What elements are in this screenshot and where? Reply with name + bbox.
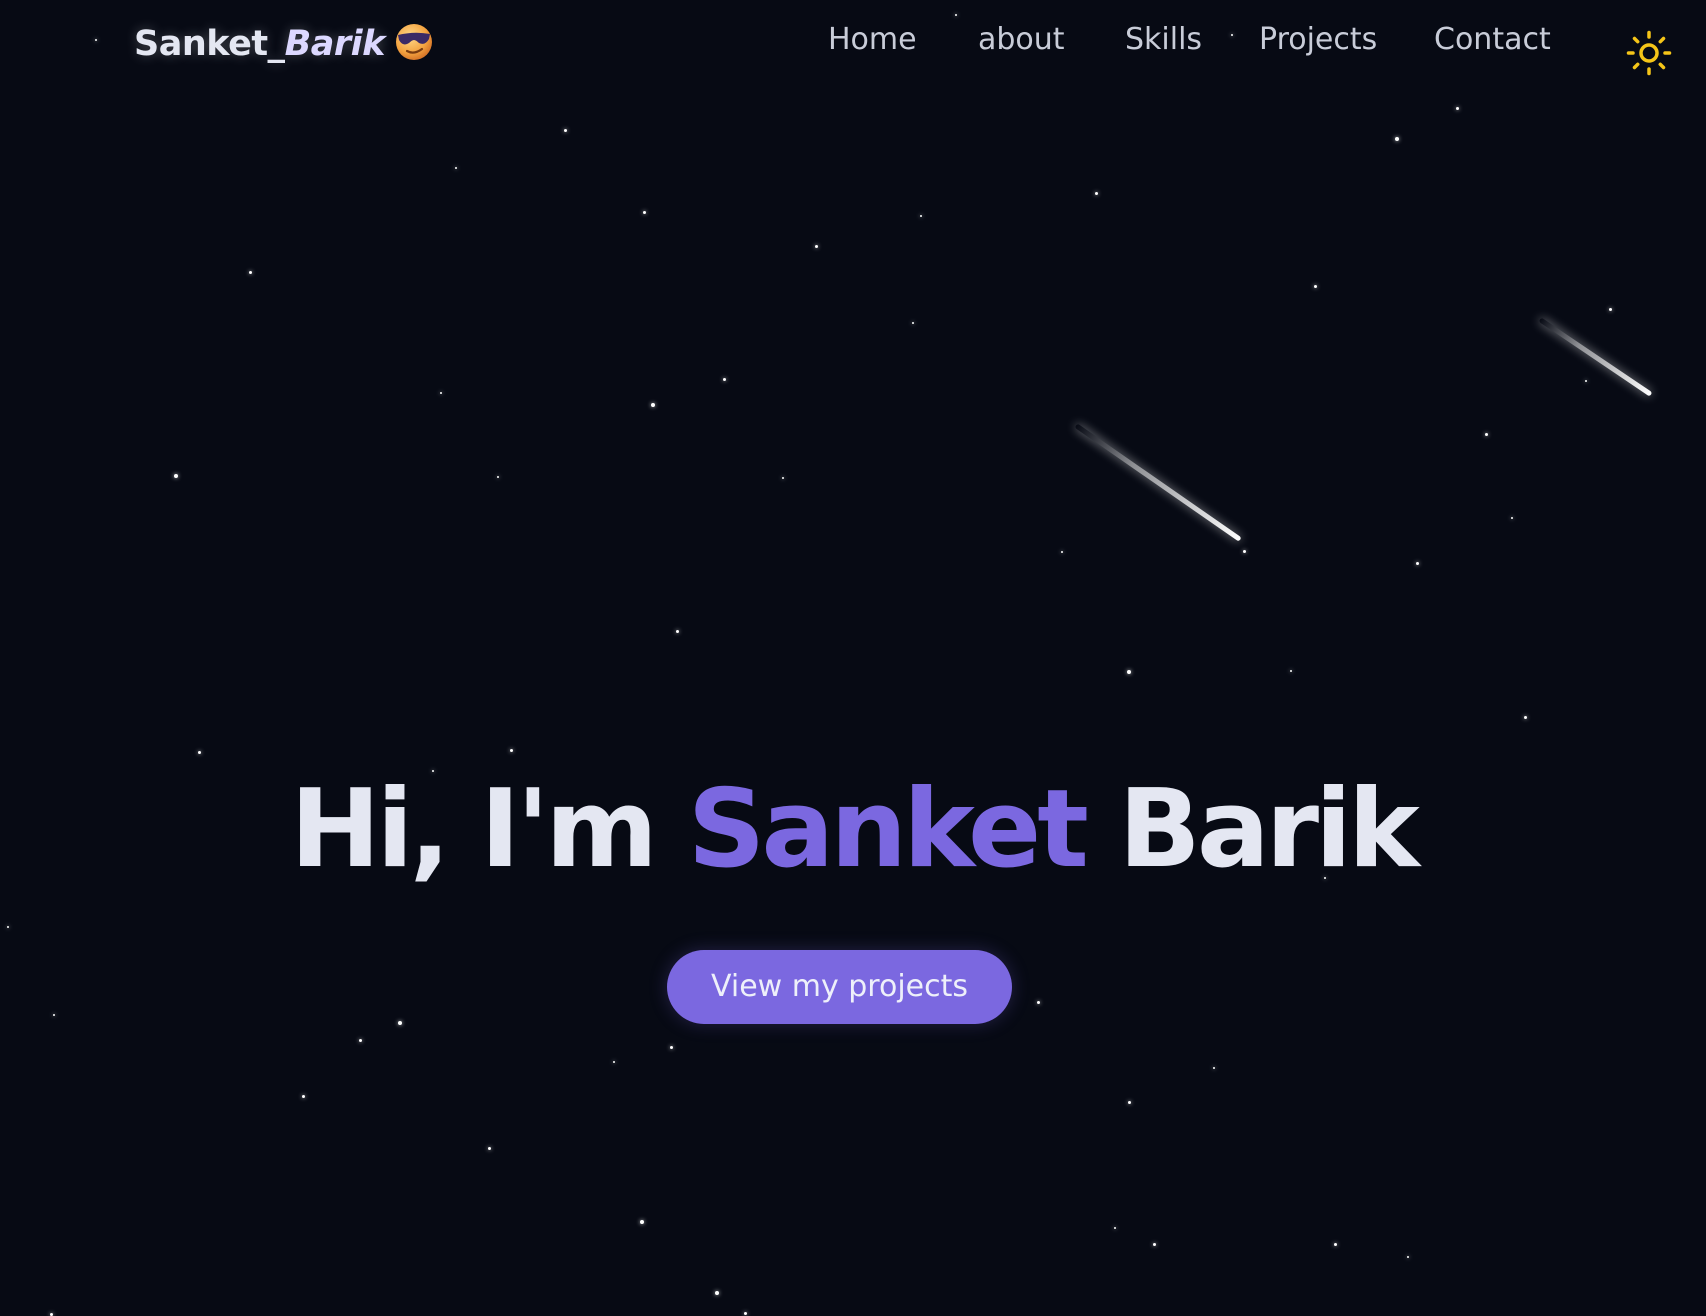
star-dot (1395, 137, 1399, 141)
star-dot (1242, 549, 1246, 553)
star-dot (174, 474, 178, 478)
star-dot (1061, 551, 1063, 553)
shooting-star (1538, 317, 1653, 397)
star-dot (1036, 1000, 1040, 1004)
nav-link-home[interactable]: Home (828, 22, 917, 57)
star-dot (675, 629, 679, 633)
hero-greeting: Hi, I'm (290, 767, 658, 892)
starfield-background (0, 0, 1706, 1316)
star-dot (1511, 517, 1513, 519)
nav-links: Home about Skills Projects Contact (0, 22, 1706, 66)
top-navigation: Sanket_Barik Home about Skills Projects … (0, 0, 1706, 90)
star-dot (651, 403, 655, 407)
star-dot (1152, 1242, 1156, 1246)
star-dot (7, 926, 9, 928)
theme-toggle-button[interactable] (1626, 30, 1672, 76)
hero-last-name: Barik (1118, 767, 1420, 892)
star-dot (1484, 432, 1488, 436)
star-dot (669, 1045, 673, 1049)
star-dot (398, 1021, 402, 1025)
star-dot (301, 1094, 305, 1098)
star-dot (1094, 191, 1098, 195)
star-dot (1333, 1242, 1337, 1246)
star-dot (722, 377, 726, 381)
nav-link-skills[interactable]: Skills (1125, 22, 1202, 57)
star-dot (1523, 715, 1527, 719)
star-dot (455, 167, 457, 169)
nav-link-about[interactable]: about (978, 22, 1065, 57)
star-dot (642, 210, 646, 214)
nav-link-contact[interactable]: Contact (1434, 22, 1551, 57)
star-dot (1585, 380, 1587, 382)
star-dot (715, 1291, 719, 1295)
star-dot (497, 476, 499, 478)
star-dot (487, 1146, 491, 1150)
star-dot (197, 750, 201, 754)
star-dot (1455, 106, 1459, 110)
star-dot (248, 270, 252, 274)
star-dot (49, 1312, 53, 1316)
star-dot (440, 392, 442, 394)
star-dot (509, 748, 513, 752)
star-dot (743, 1311, 747, 1315)
star-dot (1290, 670, 1292, 672)
star-dot (1213, 1067, 1215, 1069)
star-dot (1127, 670, 1131, 674)
portfolio-page: Sanket_Barik Home about Skills Projects … (0, 0, 1706, 1316)
star-dot (920, 215, 922, 217)
star-dot (1114, 1227, 1116, 1229)
star-dot (1313, 284, 1317, 288)
star-dot (640, 1220, 644, 1224)
hero-first-name: Sanket (687, 767, 1089, 892)
star-dot (1127, 1100, 1131, 1104)
nav-link-projects[interactable]: Projects (1259, 22, 1377, 57)
star-dot (358, 1038, 362, 1042)
shooting-star (1074, 423, 1242, 542)
view-projects-button[interactable]: View my projects (667, 950, 1012, 1024)
hero-heading: Hi, I'm Sanket Barik (0, 765, 1706, 895)
star-dot (53, 1014, 55, 1016)
star-dot (613, 1061, 615, 1063)
star-dot (814, 244, 818, 248)
star-dot (1415, 561, 1419, 565)
star-dot (912, 322, 914, 324)
star-dot (782, 477, 784, 479)
star-dot (1407, 1256, 1409, 1258)
sun-icon (1626, 30, 1672, 76)
star-dot (1608, 307, 1612, 311)
star-dot (563, 128, 567, 132)
